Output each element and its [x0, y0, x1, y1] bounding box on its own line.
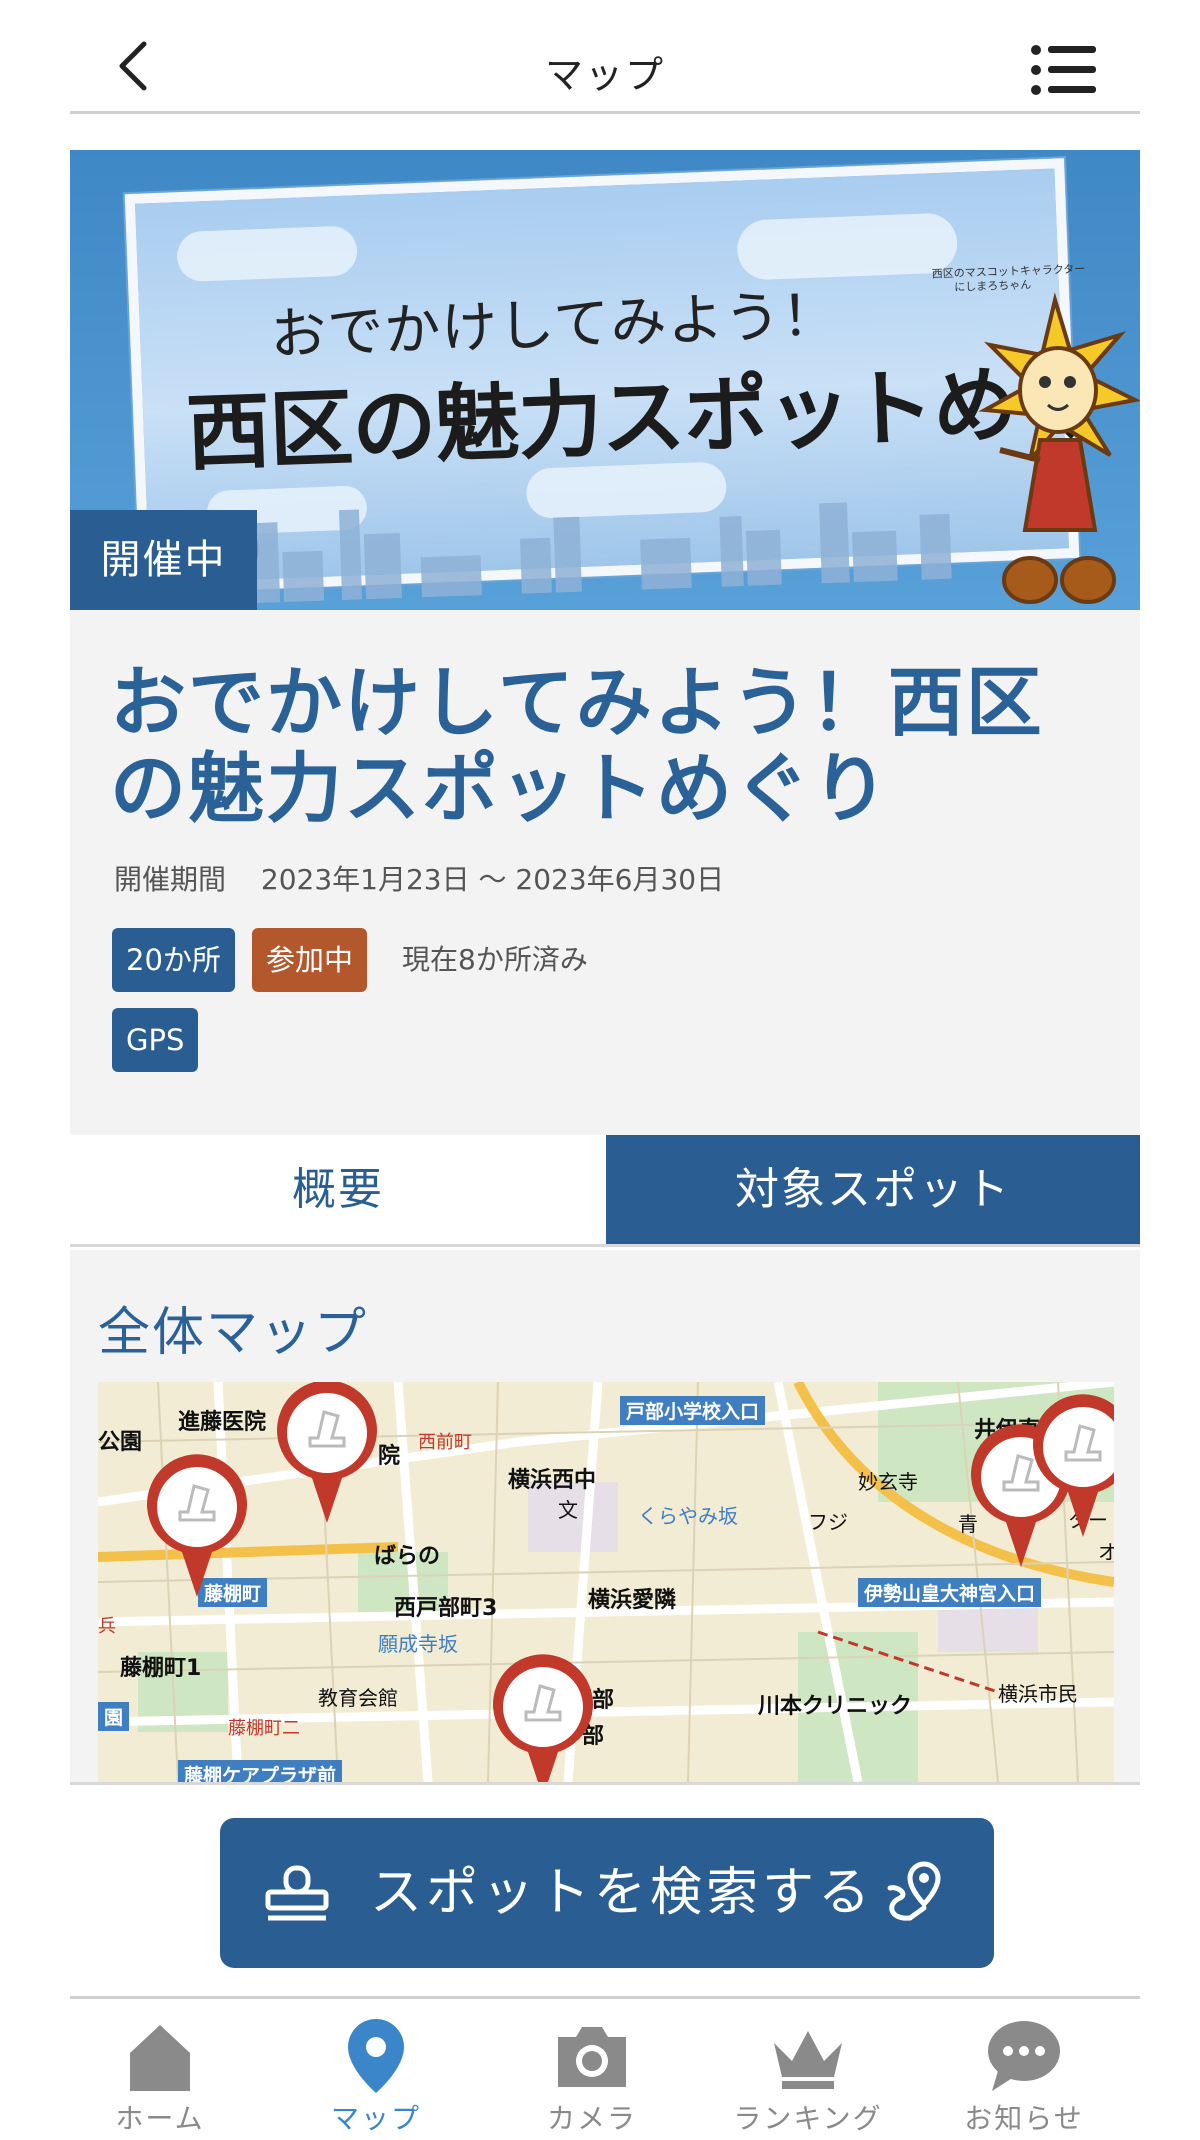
spot-count-tag: 20か所	[112, 928, 235, 992]
tab-bar: 概要 対象スポット	[70, 1135, 1140, 1247]
page-title: マップ	[544, 53, 665, 97]
event-title: おでかけしてみよう！西区の魅力スポットめぐり	[110, 658, 1044, 833]
map-label: 西前町	[418, 1432, 472, 1453]
tab-overview[interactable]: 概要	[70, 1135, 606, 1244]
map-label: 川本クリニック	[758, 1694, 913, 1719]
joined-tag: 参加中	[252, 928, 368, 992]
search-spots-label: スポットを検索する	[370, 1863, 875, 1923]
nav-camera[interactable]: カメラ	[502, 2009, 682, 2139]
nav-home-label: ホーム	[115, 2102, 205, 2135]
spot-pin-icon[interactable]	[1028, 1392, 1114, 1542]
app-header: マップ	[70, 0, 1140, 114]
map-label: 願成寺坂	[378, 1632, 458, 1656]
event-info: おでかけしてみよう！西区の魅力スポットめぐり 開催期間 2023年1月23日 ～…	[70, 610, 1140, 1135]
spot-pin-icon[interactable]	[272, 1382, 382, 1528]
nav-map-label: マップ	[330, 2102, 421, 2135]
period-value: 2023年1月23日 ～ 2023年6月30日	[260, 863, 725, 896]
map-label: フジ	[808, 1510, 848, 1534]
map-label: 横浜西中	[508, 1468, 597, 1493]
nav-ranking[interactable]: ランキング	[718, 2009, 898, 2139]
home-icon	[130, 2025, 190, 2091]
spot-pin-icon[interactable]	[488, 1652, 598, 1782]
map-label: 西戸部町3	[394, 1596, 498, 1621]
map-label: 藤棚町二	[228, 1718, 300, 1739]
map-label: 公園	[98, 1430, 143, 1455]
map-label: 横浜愛隣	[588, 1588, 677, 1613]
camera-icon	[558, 2027, 626, 2087]
hamburger-menu-icon[interactable]	[1030, 42, 1096, 98]
map-label: 横浜市民	[998, 1682, 1078, 1706]
map-label: 園	[98, 1702, 130, 1731]
map-label: 兵	[98, 1616, 116, 1637]
map-label: ばらの	[374, 1544, 441, 1569]
map-heading: 全体マップ	[98, 1303, 369, 1363]
map-label: 戸部小学校入口	[620, 1396, 766, 1425]
map-label: 藤棚ケアプラザ前	[178, 1760, 343, 1782]
event-banner: おでかけしてみよう！ 西区の魅力スポットめぐり 西区のマスコットキャラクター に…	[70, 150, 1140, 610]
map-label: 伊勢山皇大神宮入口	[858, 1578, 1042, 1607]
bottom-nav: ホーム マップ カメラ ランキング お知らせ	[70, 1996, 1140, 2140]
nav-ranking-label: ランキング	[733, 2102, 883, 2135]
map-label: 教育会館	[318, 1686, 398, 1710]
gps-tag: GPS	[112, 1008, 199, 1072]
progress-text: 現在8か所済み	[402, 943, 588, 976]
map-label: 進藤医院	[178, 1410, 267, 1435]
map-label: 妙玄寺	[858, 1470, 918, 1494]
mascot-illustration	[978, 292, 1140, 604]
map-pin-route-icon	[887, 1861, 941, 1921]
map-label: 文	[558, 1498, 578, 1522]
stamp-icon	[265, 1865, 329, 1921]
nav-notices[interactable]: お知らせ	[934, 2009, 1114, 2139]
area-map[interactable]: 進藤医院 公園 院 西前町 戸部小学校入口 井伊直 横浜西中 文 くらやみ坂 妙…	[98, 1382, 1114, 1782]
event-period: 開催期間 2023年1月23日 ～ 2023年6月30日	[114, 858, 724, 898]
app-screen: マップ おでかけしてみよう！ 西区の魅力スポットめぐり 西区のマスコットキャラク…	[70, 0, 1140, 2140]
period-label: 開催期間	[114, 863, 227, 896]
map-pin-icon	[348, 2019, 404, 2093]
tab-spots[interactable]: 対象スポット	[606, 1135, 1140, 1244]
status-badge: 開催中	[70, 510, 257, 610]
overview-map-section: 全体マップ 進藤医院 公園 院 西前町 戸部小学校入口 横浜西中 文 くらやみ坂…	[70, 1250, 1140, 1785]
nav-camera-label: カメラ	[546, 2102, 637, 2135]
chat-bubble-icon	[988, 2021, 1060, 2091]
nav-map[interactable]: マップ	[286, 2009, 466, 2139]
spot-pin-icon[interactable]	[142, 1452, 252, 1602]
crown-icon	[774, 2031, 842, 2089]
map-label: 藤棚町1	[120, 1656, 202, 1681]
search-spots-button[interactable]: スポットを検索する	[220, 1818, 994, 1968]
nav-notices-label: お知らせ	[964, 2102, 1084, 2135]
nav-home[interactable]: ホーム	[70, 2009, 250, 2139]
map-label: くらやみ坂	[638, 1504, 738, 1528]
